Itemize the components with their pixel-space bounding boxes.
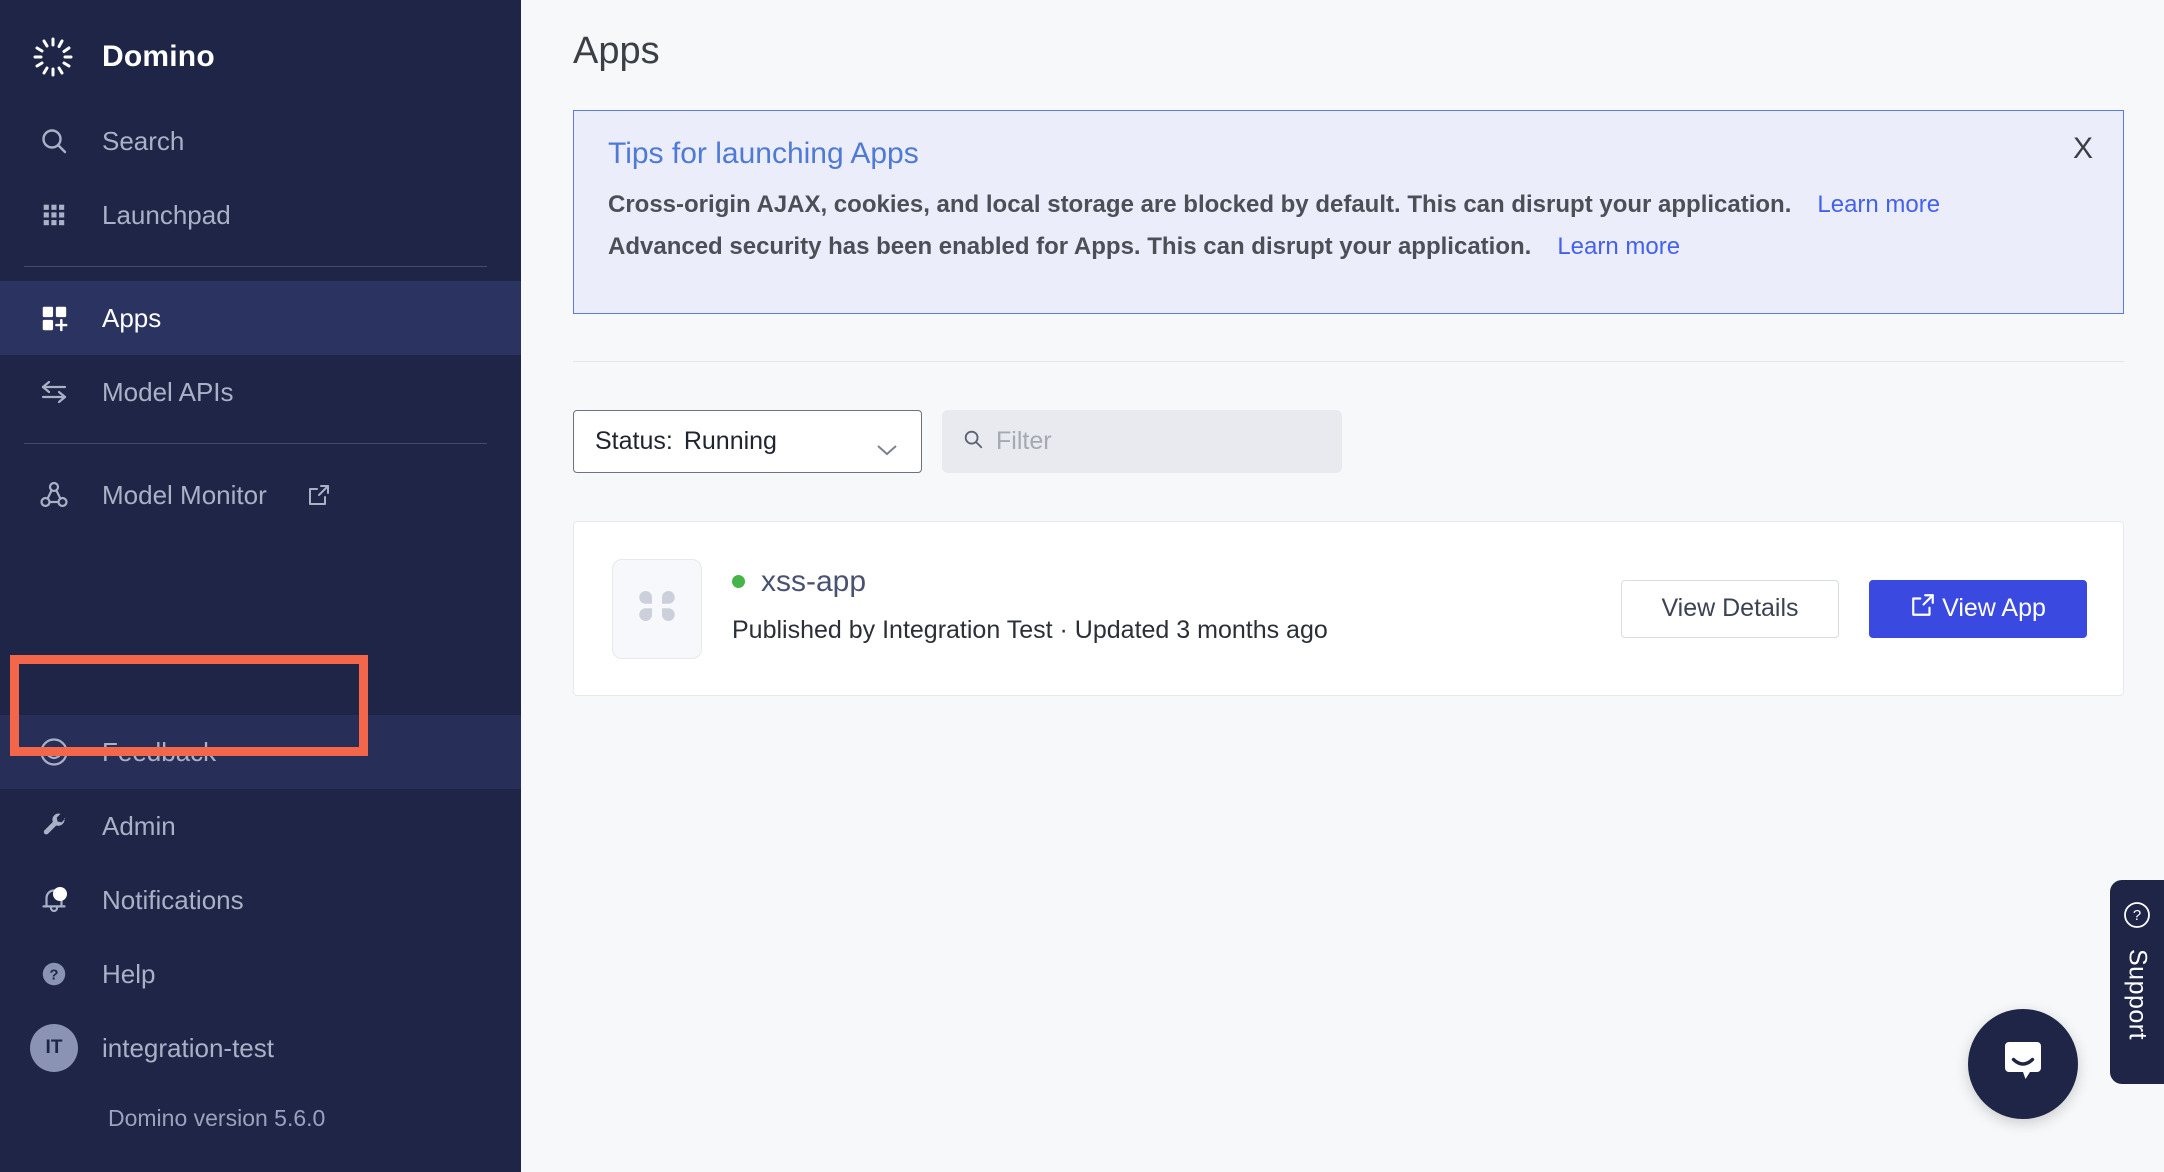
status-filter-prefix: Status: <box>595 427 673 455</box>
sidebar-item-help[interactable]: ? Help <box>0 937 521 1011</box>
banner-learn-more-link[interactable]: Learn more <box>1817 191 1940 219</box>
view-app-label: View App <box>1942 594 2046 622</box>
sidebar-item-launchpad[interactable]: Launchpad <box>0 178 521 252</box>
wrench-icon <box>34 806 74 846</box>
question-circle-icon: ? <box>34 954 74 994</box>
app-thumbnail <box>612 558 702 659</box>
external-link-icon <box>1910 592 1936 625</box>
smiley-icon <box>34 732 74 772</box>
sidebar-item-admin[interactable]: Admin <box>0 789 521 863</box>
app-meta: Published by Integration Test · Updated … <box>732 615 1328 644</box>
support-label: Support <box>2123 949 2152 1041</box>
sidebar-item-model-apis[interactable]: Model APIs <box>0 355 521 429</box>
sidebar-item-apps[interactable]: Apps <box>0 281 521 355</box>
app-title-row: xss-app <box>732 565 1352 599</box>
brand-name: Domino <box>102 40 215 73</box>
sidebar-item-label: Help <box>102 958 156 989</box>
banner-close-button[interactable]: X <box>2073 134 2093 164</box>
bell-icon <box>34 880 74 920</box>
sidebar-item-label: Launchpad <box>102 199 231 230</box>
app-card: xss-app Published by Integration Test · … <box>573 521 2124 696</box>
sidebar-item-label: Search <box>102 125 185 156</box>
status-filter-value: Running <box>683 427 777 455</box>
grid-icon <box>34 195 74 235</box>
avatar: IT <box>30 1024 78 1072</box>
apps-add-icon <box>34 298 74 338</box>
banner-title: Tips for launching Apps <box>608 137 919 170</box>
sidebar-divider-2 <box>24 443 487 444</box>
app-card-info: xss-app Published by Integration Test · … <box>732 565 1352 653</box>
status-filter-label: Status: Running <box>595 427 777 456</box>
search-icon <box>34 121 74 161</box>
version-label: Domino version 5.6.0 <box>108 1105 326 1131</box>
graph-nodes-icon <box>34 475 74 515</box>
sidebar-item-label: Notifications <box>102 884 244 915</box>
main-content: Apps X Tips for launching Apps Cross-ori… <box>521 0 2164 1172</box>
section-divider <box>573 361 2124 362</box>
banner-row-text: Advanced security has been enabled for A… <box>608 233 1532 260</box>
sidebar-item-feedback[interactable]: Feedback <box>0 715 521 789</box>
page-title: Apps <box>573 30 660 72</box>
sidebar-item-label: Model APIs <box>102 376 234 407</box>
svg-text:?: ? <box>2133 907 2141 924</box>
svg-text:?: ? <box>49 967 58 984</box>
user-name: integration-test <box>102 1032 274 1063</box>
support-tab[interactable]: ? Support <box>2110 880 2164 1084</box>
banner-row: Advanced security has been enabled for A… <box>608 233 2089 261</box>
chat-bubble-icon <box>1995 1034 2051 1095</box>
view-app-button[interactable]: View App <box>1869 579 2087 638</box>
sidebar-item-label: Apps <box>102 302 162 333</box>
search-icon <box>962 428 984 455</box>
sidebar-item-model-monitor[interactable]: Model Monitor <box>0 458 521 532</box>
sidebar-item-label: Model Monitor <box>102 479 267 510</box>
domino-logo-icon <box>30 34 76 80</box>
view-details-button[interactable]: View Details <box>1621 579 1839 638</box>
filter-bar: Status: Running Filter <box>573 410 2124 473</box>
question-circle-icon: ? <box>2122 900 2152 935</box>
sidebar-item-notifications[interactable]: Notifications <box>0 863 521 937</box>
arrows-exchange-icon <box>34 372 74 412</box>
sidebar-item-user[interactable]: IT integration-test <box>0 1011 521 1085</box>
app-title-link[interactable]: xss-app <box>761 565 866 599</box>
tips-banner: X Tips for launching Apps Cross-origin A… <box>573 110 2124 314</box>
sidebar-divider-1 <box>24 266 487 267</box>
sidebar: Domino Search Launchpad Apps Model APIs … <box>0 0 521 1172</box>
banner-row-text: Cross-origin AJAX, cookies, and local st… <box>608 191 1792 218</box>
banner-row: Cross-origin AJAX, cookies, and local st… <box>608 191 2089 219</box>
sidebar-item-label: Admin <box>102 810 176 841</box>
banner-learn-more-link[interactable]: Learn more <box>1557 233 1680 261</box>
filter-input-placeholder: Filter <box>996 427 1052 455</box>
clover-app-icon <box>632 581 682 636</box>
filter-input[interactable]: Filter <box>942 410 1342 473</box>
external-link-icon <box>307 483 331 507</box>
sidebar-item-label: Feedback <box>102 736 217 767</box>
status-badge <box>732 575 745 589</box>
sidebar-item-search[interactable]: Search <box>0 104 521 178</box>
app-root: Domino Search Launchpad Apps Model APIs … <box>0 0 2164 1172</box>
app-card-actions: View Details View App <box>1621 579 2087 638</box>
chevron-down-icon <box>875 435 899 455</box>
brand[interactable]: Domino <box>0 24 521 90</box>
chat-launcher-button[interactable] <box>1968 1009 2078 1119</box>
avatar-initials: IT <box>30 1024 78 1072</box>
status-filter-dropdown[interactable]: Status: Running <box>573 410 922 473</box>
